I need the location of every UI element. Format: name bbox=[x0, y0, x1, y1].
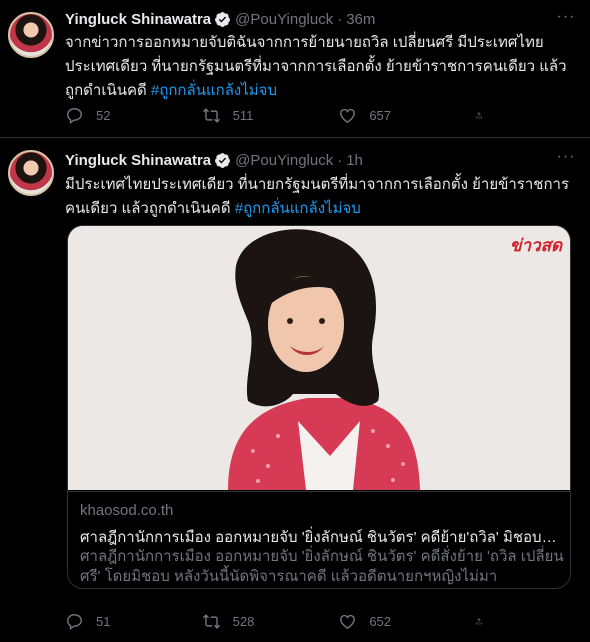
retweet-icon bbox=[202, 613, 220, 629]
like-button[interactable]: 657 bbox=[338, 106, 418, 125]
reply-count: 52 bbox=[96, 107, 111, 123]
separator: · bbox=[337, 151, 343, 169]
more-options-icon[interactable]: ··· bbox=[556, 149, 576, 170]
link-preview-card[interactable]: ข่าวสด khaosod.co.th ศาลฎีกานักการเมือง … bbox=[67, 225, 571, 589]
timestamp[interactable]: 36m bbox=[346, 11, 375, 28]
share-button[interactable] bbox=[475, 106, 495, 125]
card-domain: khaosod.co.th bbox=[80, 502, 174, 519]
hashtag-link[interactable]: #ถูกกลั่นแกล้งไม่จบ bbox=[151, 82, 277, 99]
tweet-text: มีประเทศไทยประเทศเดียว ที่นายกรัฐมนตรีที… bbox=[65, 173, 570, 221]
tweet-actions: 51 528 652 bbox=[65, 611, 495, 631]
like-button[interactable]: 652 bbox=[338, 612, 418, 631]
avatar[interactable] bbox=[8, 12, 54, 58]
tweet-body: จากข่าวการออกหมายจับติฉันจากการย้ายนายถว… bbox=[65, 34, 567, 99]
author-name[interactable]: Yingluck Shinawatra bbox=[65, 11, 211, 28]
reply-count: 51 bbox=[96, 613, 111, 629]
tweet[interactable]: Yingluck Shinawatra @PouYingluck · 1h ··… bbox=[0, 138, 590, 642]
retweet-count: 511 bbox=[232, 107, 254, 123]
card-description: ศาลฎีกานักการเมือง ออกหมายจับ 'ยิ่งลักษณ… bbox=[80, 548, 564, 585]
card-title: ศาลฎีกานักการเมือง ออกหมายจับ 'ยิ่งลักษณ… bbox=[80, 529, 560, 546]
tweet-header: Yingluck Shinawatra @PouYingluck · 36m bbox=[65, 9, 375, 29]
verified-badge-icon bbox=[215, 11, 231, 27]
hashtag-link[interactable]: #ถูกกลั่นแกล้งไม่จบ bbox=[235, 200, 361, 217]
timestamp[interactable]: 1h bbox=[346, 152, 363, 169]
verified-badge-icon bbox=[215, 152, 231, 168]
retweet-button[interactable]: 528 bbox=[202, 612, 282, 631]
card-meta[interactable]: khaosod.co.th ศาลฎีกานักการเมือง ออกหมาย… bbox=[68, 491, 570, 588]
card-image[interactable]: ข่าวสด bbox=[68, 226, 570, 490]
tweet-text: จากข่าวการออกหมายจับติฉันจากการย้ายนายถว… bbox=[65, 31, 570, 103]
tweet-header: Yingluck Shinawatra @PouYingluck · 1h bbox=[65, 150, 363, 170]
share-button[interactable] bbox=[475, 612, 495, 631]
retweet-count: 528 bbox=[232, 613, 255, 629]
retweet-button[interactable]: 511 bbox=[202, 106, 282, 125]
heart-icon bbox=[340, 614, 356, 629]
share-icon bbox=[476, 617, 482, 624]
reply-icon bbox=[67, 107, 82, 124]
reply-button[interactable]: 51 bbox=[65, 612, 145, 631]
heart-icon bbox=[340, 108, 356, 123]
author-name[interactable]: Yingluck Shinawatra bbox=[65, 152, 211, 169]
avatar[interactable] bbox=[8, 150, 54, 196]
tweet-actions: 52 511 657 bbox=[65, 105, 495, 125]
retweet-icon bbox=[202, 107, 220, 123]
more-options-icon[interactable]: ··· bbox=[556, 9, 576, 30]
separator: · bbox=[337, 10, 343, 28]
tweet[interactable]: Yingluck Shinawatra @PouYingluck · 36m ·… bbox=[0, 0, 590, 138]
author-handle[interactable]: @PouYingluck bbox=[235, 11, 333, 28]
like-count: 652 bbox=[369, 613, 392, 629]
author-handle[interactable]: @PouYingluck bbox=[235, 152, 333, 169]
portrait-image bbox=[68, 226, 570, 490]
news-brand-logo: ข่าวสด bbox=[509, 236, 562, 255]
like-count: 657 bbox=[369, 107, 392, 123]
share-icon bbox=[476, 111, 482, 118]
reply-button[interactable]: 52 bbox=[65, 106, 145, 125]
reply-icon bbox=[67, 613, 82, 630]
